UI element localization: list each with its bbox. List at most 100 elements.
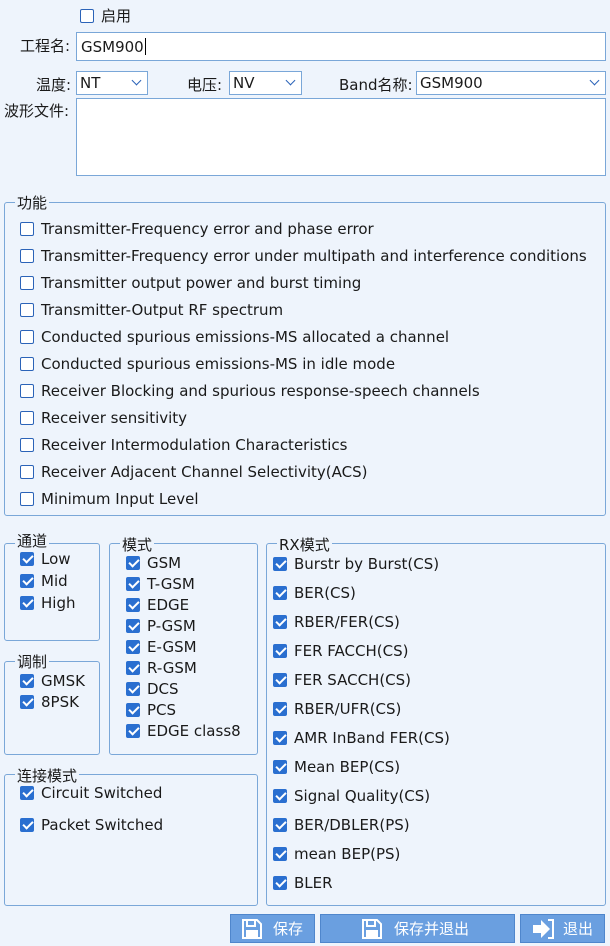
rx-mode-item-mean-bep-ps[interactable]: mean BEP(PS): [273, 845, 400, 863]
mode-item-edge-class8[interactable]: EDGE class8: [126, 722, 241, 740]
mode-item-edge[interactable]: EDGE: [126, 596, 189, 614]
connection-mode-item-circuit-switched[interactable]: Circuit Switched: [20, 784, 162, 802]
rx-mode-checkbox[interactable]: [273, 557, 287, 571]
mode-checkbox[interactable]: [126, 661, 140, 675]
mode-checkbox[interactable]: [126, 703, 140, 717]
channel-item-low[interactable]: Low: [20, 550, 71, 568]
waveform-file-textarea[interactable]: [76, 98, 606, 176]
mode-item-t-gsm[interactable]: T-GSM: [126, 575, 195, 593]
rx-mode-item-label: BER(CS): [294, 584, 356, 602]
rx-mode-item-fer-sacch-cs[interactable]: FER SACCH(CS): [273, 671, 411, 689]
function-checkbox[interactable]: [20, 249, 34, 263]
mode-item-pcs[interactable]: PCS: [126, 701, 176, 719]
temperature-select[interactable]: NT: [76, 71, 148, 95]
mode-item-label: T-GSM: [147, 575, 195, 593]
rx-mode-item-ber-cs[interactable]: BER(CS): [273, 584, 356, 602]
band-name-select[interactable]: GSM900: [416, 71, 606, 95]
mode-item-dcs[interactable]: DCS: [126, 680, 179, 698]
function-item-conducted-spurious-emissions-ms-allocated-a-channel[interactable]: Conducted spurious emissions-MS allocate…: [20, 328, 449, 346]
rx-mode-checkbox[interactable]: [273, 702, 287, 716]
project-name-input[interactable]: GSM900: [76, 32, 606, 61]
channel-item-label: Low: [41, 550, 71, 568]
rx-mode-checkbox[interactable]: [273, 586, 287, 600]
function-checkbox[interactable]: [20, 303, 34, 317]
connection-mode-checkbox[interactable]: [20, 786, 34, 800]
channel-checkbox[interactable]: [20, 574, 34, 588]
rx-mode-item-burstr-by-burst-cs[interactable]: Burstr by Burst(CS): [273, 555, 439, 573]
modulation-checkbox[interactable]: [20, 674, 34, 688]
rx-mode-checkbox[interactable]: [273, 615, 287, 629]
function-item-receiver-adjacent-channel-selectivity-acs[interactable]: Receiver Adjacent Channel Selectivity(AC…: [20, 463, 367, 481]
rx-mode-checkbox[interactable]: [273, 847, 287, 861]
modulation-item-gmsk[interactable]: GMSK: [20, 672, 85, 690]
rx-mode-checkbox[interactable]: [273, 818, 287, 832]
mode-item-p-gsm[interactable]: P-GSM: [126, 617, 196, 635]
function-checkbox[interactable]: [20, 465, 34, 479]
channel-checkbox[interactable]: [20, 552, 34, 566]
mode-item-r-gsm[interactable]: R-GSM: [126, 659, 197, 677]
mode-checkbox[interactable]: [126, 619, 140, 633]
voltage-select[interactable]: NV: [229, 71, 302, 95]
function-checkbox[interactable]: [20, 357, 34, 371]
rx-mode-item-label: RBER/FER(CS): [294, 613, 400, 631]
mode-checkbox[interactable]: [126, 682, 140, 696]
function-checkbox[interactable]: [20, 330, 34, 344]
rx-mode-checkbox[interactable]: [273, 673, 287, 687]
function-checkbox[interactable]: [20, 438, 34, 452]
enable-checkbox-row[interactable]: 启用: [80, 5, 131, 26]
mode-checkbox[interactable]: [126, 577, 140, 591]
rx-mode-checkbox[interactable]: [273, 789, 287, 803]
channel-item-high[interactable]: High: [20, 594, 75, 612]
function-item-label: Receiver Blocking and spurious response-…: [41, 382, 480, 400]
function-item-conducted-spurious-emissions-ms-in-idle-mode[interactable]: Conducted spurious emissions-MS in idle …: [20, 355, 395, 373]
mode-item-label: PCS: [147, 701, 177, 719]
function-item-receiver-sensitivity[interactable]: Receiver sensitivity: [20, 409, 187, 427]
connection-mode-item-packet-switched[interactable]: Packet Switched: [20, 816, 163, 834]
function-item-transmitter-output-rf-spectrum[interactable]: Transmitter-Output RF spectrum: [20, 301, 283, 319]
function-item-label: Minimum Input Level: [41, 490, 199, 508]
rx-mode-checkbox[interactable]: [273, 644, 287, 658]
rx-mode-checkbox[interactable]: [273, 731, 287, 745]
function-item-minimum-input-level[interactable]: Minimum Input Level: [20, 490, 199, 508]
function-checkbox[interactable]: [20, 276, 34, 290]
band-name-value: GSM900: [420, 74, 483, 92]
channel-item-mid[interactable]: Mid: [20, 572, 68, 590]
rx-mode-item-label: mean BEP(PS): [294, 845, 401, 863]
mode-item-e-gsm[interactable]: E-GSM: [126, 638, 197, 656]
rx-mode-item-fer-facch-cs[interactable]: FER FACCH(CS): [273, 642, 408, 660]
function-checkbox[interactable]: [20, 384, 34, 398]
channel-checkbox[interactable]: [20, 596, 34, 610]
function-checkbox[interactable]: [20, 222, 34, 236]
rx-mode-item-amr-inband-fer-cs[interactable]: AMR InBand FER(CS): [273, 729, 450, 747]
rx-mode-item-mean-bep-cs[interactable]: Mean BEP(CS): [273, 758, 400, 776]
function-checkbox[interactable]: [20, 411, 34, 425]
function-checkbox[interactable]: [20, 492, 34, 506]
modulation-checkbox[interactable]: [20, 695, 34, 709]
mode-checkbox[interactable]: [126, 724, 140, 738]
rx-mode-item-rber-fer-cs[interactable]: RBER/FER(CS): [273, 613, 400, 631]
save-button[interactable]: 保存: [230, 914, 315, 943]
function-item-transmitter-frequency-error-and-phase-error[interactable]: Transmitter-Frequency error and phase er…: [20, 220, 374, 238]
channel-item-label: High: [41, 594, 76, 612]
function-item-label: Receiver Intermodulation Characteristics: [41, 436, 348, 454]
mode-checkbox[interactable]: [126, 556, 140, 570]
mode-item-gsm[interactable]: GSM: [126, 554, 181, 572]
function-item-receiver-intermodulation-characteristics[interactable]: Receiver Intermodulation Characteristics: [20, 436, 347, 454]
function-item-label: Transmitter output power and burst timin…: [41, 274, 362, 292]
mode-checkbox[interactable]: [126, 640, 140, 654]
modulation-item-8psk[interactable]: 8PSK: [20, 693, 79, 711]
rx-mode-item-signal-quality-cs[interactable]: Signal Quality(CS): [273, 787, 430, 805]
mode-checkbox[interactable]: [126, 598, 140, 612]
rx-mode-item-rber-ufr-cs[interactable]: RBER/UFR(CS): [273, 700, 401, 718]
rx-mode-checkbox[interactable]: [273, 760, 287, 774]
rx-mode-item-bler[interactable]: BLER: [273, 874, 333, 892]
rx-mode-item-ber-dbler-ps[interactable]: BER/DBLER(PS): [273, 816, 410, 834]
exit-button[interactable]: 退出: [520, 914, 605, 943]
rx-mode-checkbox[interactable]: [273, 876, 287, 890]
connection-mode-checkbox[interactable]: [20, 818, 34, 832]
function-item-receiver-blocking-and-spurious-response-speech-channels[interactable]: Receiver Blocking and spurious response-…: [20, 382, 480, 400]
enable-checkbox[interactable]: [80, 8, 94, 23]
save-and-exit-button[interactable]: 保存并退出: [320, 914, 515, 943]
function-item-transmitter-frequency-error-under-multipath-and-interference-conditions[interactable]: Transmitter-Frequency error under multip…: [20, 247, 587, 265]
function-item-transmitter-output-power-and-burst-timing[interactable]: Transmitter output power and burst timin…: [20, 274, 361, 292]
